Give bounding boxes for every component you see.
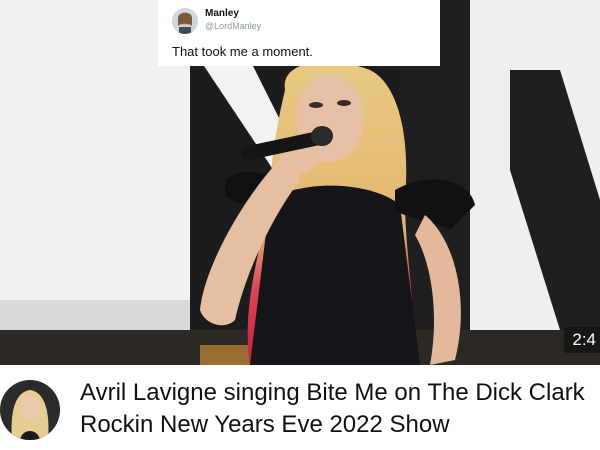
tweet-avatar <box>172 8 198 34</box>
video-timestamp: 2:4 <box>564 327 600 353</box>
video-title[interactable]: Avril Lavigne singing Bite Me on The Dic… <box>80 377 595 441</box>
channel-avatar[interactable] <box>0 380 60 440</box>
tweet-author-name: Manley <box>205 8 239 19</box>
video-info-bar: Avril Lavigne singing Bite Me on The Dic… <box>0 365 600 450</box>
embedded-tweet: Manley @LordManley That took me a moment… <box>158 0 440 66</box>
tweet-text: That took me a moment. <box>172 44 313 59</box>
tweet-author-handle: @LordManley <box>205 21 262 31</box>
